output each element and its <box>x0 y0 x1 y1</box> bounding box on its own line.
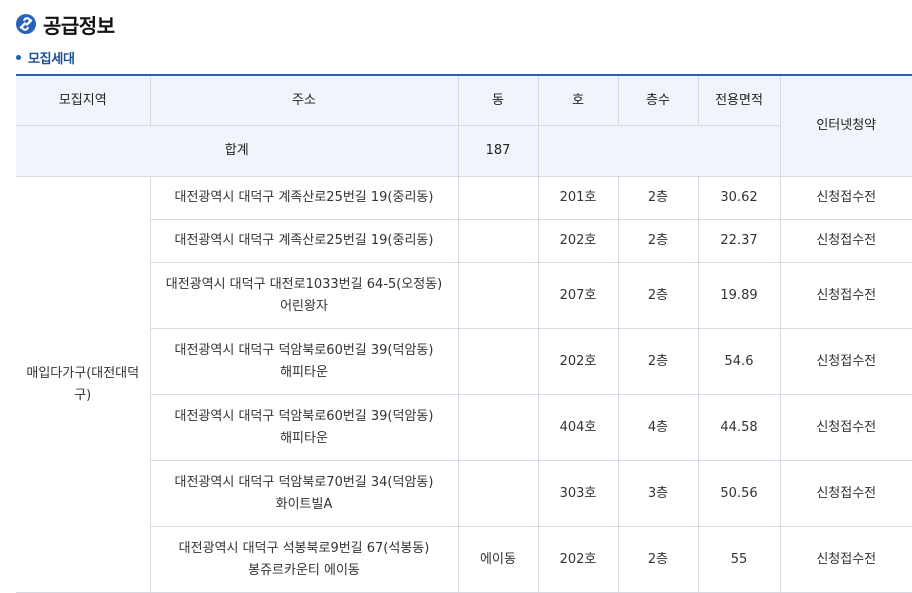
table-row: 대전광역시 대덕구 석봉북로9번길 67(석봉동) 봉쥬르카운티 에이동 에이동… <box>16 526 912 593</box>
header-ho: 호 <box>537 74 619 126</box>
floor-cell: 2층 <box>617 176 699 220</box>
ho-cell: 404호 <box>537 394 619 461</box>
address-cell: 대전광역시 대덕구 대전로1033번길 64-5(오정동) 어린왕자 <box>149 262 459 329</box>
address-cell: 대전광역시 대덕구 계족산로25번길 19(중리동) <box>149 176 459 220</box>
area-cell: 44.58 <box>697 394 781 461</box>
floor-cell: 2층 <box>617 328 699 395</box>
table-row: 대전광역시 대덕구 대전로1033번길 64-5(오정동) 어린왕자 207호 … <box>16 262 912 329</box>
address-cell: 대전광역시 대덕구 덕암북로70번길 34(덕암동) 화이트빌A <box>149 460 459 527</box>
bullet-icon <box>16 54 21 60</box>
area-cell: 22.37 <box>697 219 781 263</box>
area-cell: 19.89 <box>697 262 781 329</box>
area-cell: 55 <box>697 526 781 593</box>
status-cell: 신청접수전 <box>779 526 912 593</box>
ho-cell: 202호 <box>537 328 619 395</box>
ho-cell: 202호 <box>537 526 619 593</box>
status-cell: 신청접수전 <box>779 328 912 395</box>
dong-cell: 에이동 <box>457 526 539 593</box>
header-internet: 인터넷청약 <box>779 74 912 177</box>
ho-cell: 201호 <box>537 176 619 220</box>
header-dong: 동 <box>457 74 539 126</box>
area-cell: 54.6 <box>697 328 781 395</box>
header-floor: 층수 <box>617 74 699 126</box>
floor-cell: 2층 <box>617 262 699 329</box>
address-cell: 대전광역시 대덕구 계족산로25번길 19(중리동) <box>149 219 459 263</box>
dong-cell <box>457 460 539 527</box>
table-row: 대전광역시 대덕구 덕암북로60번길 39(덕암동) 해피타운 202호 2층 … <box>16 328 912 395</box>
ho-cell: 202호 <box>537 219 619 263</box>
dong-cell <box>457 328 539 395</box>
table-row: 대전광역시 대덕구 덕암북로60번길 39(덕암동) 해피타운 404호 4층 … <box>16 394 912 461</box>
status-cell: 신청접수전 <box>779 262 912 329</box>
table-row: 대전광역시 대덕구 덕암북로70번길 34(덕암동) 화이트빌A 303호 3층… <box>16 460 912 527</box>
address-cell: 대전광역시 대덕구 덕암북로60번길 39(덕암동) 해피타운 <box>149 394 459 461</box>
status-cell: 신청접수전 <box>779 394 912 461</box>
dong-cell <box>457 219 539 263</box>
page-title: 공급정보 <box>43 13 115 38</box>
table-row: 대전광역시 대덕구 계족산로25번길 19(중리동) 202호 2층 22.37… <box>16 219 912 263</box>
status-cell: 신청접수전 <box>779 219 912 263</box>
summary-row: 합계 187 <box>16 125 912 177</box>
dong-cell <box>457 394 539 461</box>
link-circle-icon <box>16 14 36 34</box>
sub-title: 모집세대 <box>16 48 75 67</box>
floor-cell: 3층 <box>617 460 699 527</box>
header-address: 주소 <box>149 74 459 126</box>
header-area: 전용면적 <box>697 74 781 126</box>
summary-count: 187 <box>457 125 539 177</box>
section-title: 공급정보 <box>16 10 115 38</box>
area-cell: 30.62 <box>697 176 781 220</box>
sub-title-label: 모집세대 <box>28 51 75 67</box>
table-header-row: 모집지역 주소 동 호 층수 전용면적 인터넷청약 <box>16 74 912 177</box>
status-cell: 신청접수전 <box>779 176 912 220</box>
ho-cell: 207호 <box>537 262 619 329</box>
address-cell: 대전광역시 대덕구 석봉북로9번길 67(석봉동) 봉쥬르카운티 에이동 <box>149 526 459 593</box>
area-cell: 50.56 <box>697 460 781 527</box>
ho-cell: 303호 <box>537 460 619 527</box>
status-cell: 신청접수전 <box>779 460 912 527</box>
table-row: 매입다가구(대전대덕구) 대전광역시 대덕구 계족산로25번길 19(중리동) … <box>16 176 912 593</box>
floor-cell: 4층 <box>617 394 699 461</box>
supply-table: 모집지역 주소 동 호 층수 전용면적 인터넷청약 합계 187 매입다가구(대… <box>16 74 912 593</box>
summary-empty <box>537 125 780 177</box>
header-region: 모집지역 <box>16 74 151 126</box>
dong-cell <box>457 262 539 329</box>
summary-label: 합계 <box>16 125 459 177</box>
region-cell: 매입다가구(대전대덕구) <box>16 176 151 593</box>
address-cell: 대전광역시 대덕구 덕암북로60번길 39(덕암동) 해피타운 <box>149 328 459 395</box>
dong-cell <box>457 176 539 220</box>
floor-cell: 2층 <box>617 526 699 593</box>
floor-cell: 2층 <box>617 219 699 263</box>
